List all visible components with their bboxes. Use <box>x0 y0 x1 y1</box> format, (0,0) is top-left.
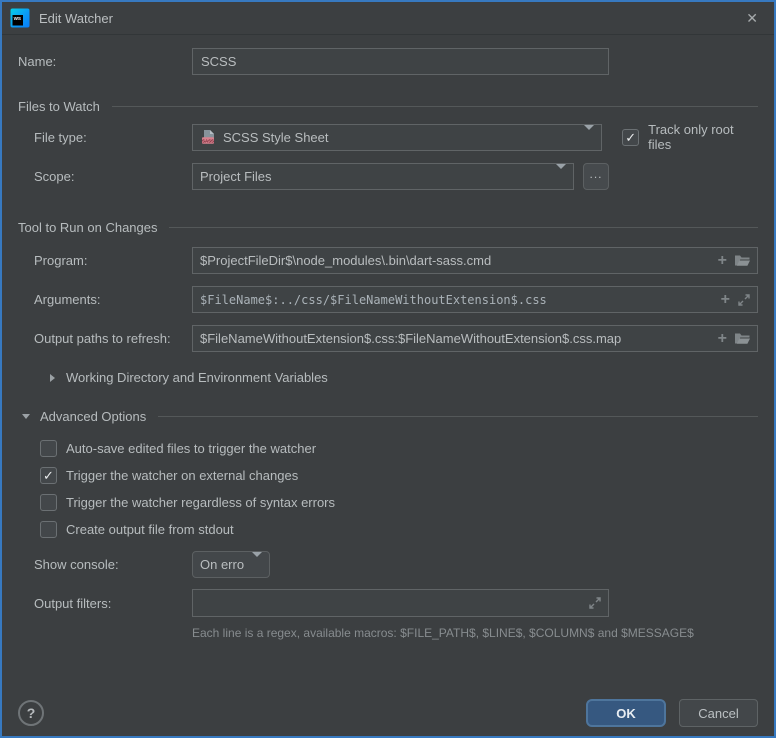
section-divider <box>169 227 758 228</box>
name-row: Name: <box>18 48 758 75</box>
checkbox-row-external-changes[interactable]: ✓ Trigger the watcher on external change… <box>18 467 758 484</box>
file-type-label: File type: <box>18 130 192 145</box>
section-tool-to-run: Tool to Run on Changes <box>18 220 758 235</box>
output-paths-label: Output paths to refresh: <box>18 331 192 346</box>
section-title: Tool to Run on Changes <box>18 220 157 235</box>
insert-macro-icon[interactable]: + <box>718 331 727 347</box>
file-type-row: File type: SASS SCSS Style Sheet ✓ Track… <box>18 122 758 152</box>
checkbox-row-autosave[interactable]: Auto-save edited files to trigger the wa… <box>18 440 758 457</box>
chevron-down-icon <box>18 414 34 419</box>
insert-macro-icon[interactable]: + <box>718 253 727 269</box>
arguments-label: Arguments: <box>18 292 192 307</box>
scope-label: Scope: <box>18 169 192 184</box>
name-input[interactable] <box>192 48 609 75</box>
syntax-errors-checkbox[interactable] <box>40 494 57 511</box>
name-label: Name: <box>18 54 192 69</box>
arguments-row: Arguments: $FileName$:../css/$FileNameWi… <box>18 286 758 313</box>
external-changes-checkbox[interactable]: ✓ <box>40 467 57 484</box>
help-button[interactable]: ? <box>18 700 44 726</box>
checkbox-row-stdout[interactable]: Create output file from stdout <box>18 521 758 538</box>
chevron-down-icon <box>252 557 262 572</box>
expand-field-icon[interactable] <box>589 597 601 609</box>
working-directory-disclosure[interactable]: Working Directory and Environment Variab… <box>18 370 758 385</box>
check-icon: ✓ <box>625 131 636 144</box>
output-filters-label: Output filters: <box>18 596 192 611</box>
ok-button[interactable]: OK <box>586 699 666 727</box>
autosave-checkbox[interactable] <box>40 440 57 457</box>
show-console-value: On error <box>200 557 244 572</box>
arguments-value: $FileName$:../css/$FileNameWithoutExtens… <box>200 293 713 307</box>
track-only-root-files-checkbox[interactable]: ✓ <box>622 129 639 146</box>
svg-text:WS: WS <box>14 16 21 21</box>
section-advanced-options: Advanced Options <box>18 409 758 424</box>
section-title: Files to Watch <box>18 99 100 114</box>
titlebar: WS Edit Watcher ✕ <box>2 2 774 35</box>
webstorm-app-icon: WS <box>10 8 30 28</box>
check-icon: ✓ <box>43 469 54 482</box>
arguments-input[interactable]: $FileName$:../css/$FileNameWithoutExtens… <box>192 286 758 313</box>
autosave-label: Auto-save edited files to trigger the wa… <box>66 441 316 456</box>
section-divider <box>158 416 758 417</box>
folder-browse-icon[interactable] <box>735 254 750 267</box>
output-paths-value: $FileNameWithoutExtension$.css:$FileName… <box>200 331 710 346</box>
show-console-row: Show console: On error <box>18 551 758 578</box>
expand-field-icon[interactable] <box>738 294 750 306</box>
program-label: Program: <box>18 253 192 268</box>
stdout-label: Create output file from stdout <box>66 522 234 537</box>
working-directory-label: Working Directory and Environment Variab… <box>66 370 328 385</box>
output-paths-row: Output paths to refresh: $FileNameWithou… <box>18 325 758 352</box>
syntax-errors-label: Trigger the watcher regardless of syntax… <box>66 495 335 510</box>
checkbox-row-syntax-errors[interactable]: Trigger the watcher regardless of syntax… <box>18 494 758 511</box>
help-icon: ? <box>27 705 36 721</box>
output-paths-input[interactable]: $FileNameWithoutExtension$.css:$FileName… <box>192 325 758 352</box>
output-filters-input[interactable] <box>192 589 609 617</box>
program-input[interactable]: $ProjectFileDir$\node_modules\.bin\dart-… <box>192 247 758 274</box>
scope-dropdown[interactable]: Project Files <box>192 163 574 190</box>
advanced-options-label: Advanced Options <box>40 409 146 424</box>
advanced-options-disclosure[interactable]: Advanced Options <box>18 409 146 424</box>
show-console-dropdown[interactable]: On error <box>192 551 270 578</box>
chevron-down-icon <box>584 130 594 145</box>
file-type-value: SCSS Style Sheet <box>223 130 576 145</box>
show-console-label: Show console: <box>18 557 192 572</box>
section-files-to-watch: Files to Watch <box>18 99 758 114</box>
program-row: Program: $ProjectFileDir$\node_modules\.… <box>18 247 758 274</box>
output-filters-hint: Each line is a regex, available macros: … <box>192 626 758 640</box>
scope-value: Project Files <box>200 169 548 184</box>
track-only-root-files-checkbox-row[interactable]: ✓ Track only root files <box>622 122 758 152</box>
chevron-down-icon <box>556 169 566 184</box>
output-filters-row: Output filters: <box>18 589 758 617</box>
track-only-root-files-label: Track only root files <box>648 122 758 152</box>
folder-browse-icon[interactable] <box>735 332 750 345</box>
edit-watcher-dialog: WS Edit Watcher ✕ Name: Files to Watch F… <box>0 0 776 738</box>
close-icon[interactable]: ✕ <box>742 9 762 27</box>
file-type-dropdown[interactable]: SASS SCSS Style Sheet <box>192 124 602 151</box>
program-value: $ProjectFileDir$\node_modules\.bin\dart-… <box>200 253 710 268</box>
scope-browse-button[interactable]: ... <box>583 163 609 190</box>
section-divider <box>112 106 758 107</box>
svg-text:SASS: SASS <box>202 138 214 143</box>
scss-file-icon: SASS <box>200 129 216 145</box>
dialog-content: Name: Files to Watch File type: SASS SCS… <box>2 48 774 640</box>
scope-row: Scope: Project Files ... <box>18 163 758 190</box>
cancel-button[interactable]: Cancel <box>679 699 758 727</box>
insert-macro-icon[interactable]: + <box>721 292 730 308</box>
external-changes-label: Trigger the watcher on external changes <box>66 468 298 483</box>
stdout-checkbox[interactable] <box>40 521 57 538</box>
footer: ? OK Cancel <box>18 699 758 727</box>
chevron-right-icon <box>44 374 60 382</box>
dialog-title: Edit Watcher <box>39 11 113 26</box>
